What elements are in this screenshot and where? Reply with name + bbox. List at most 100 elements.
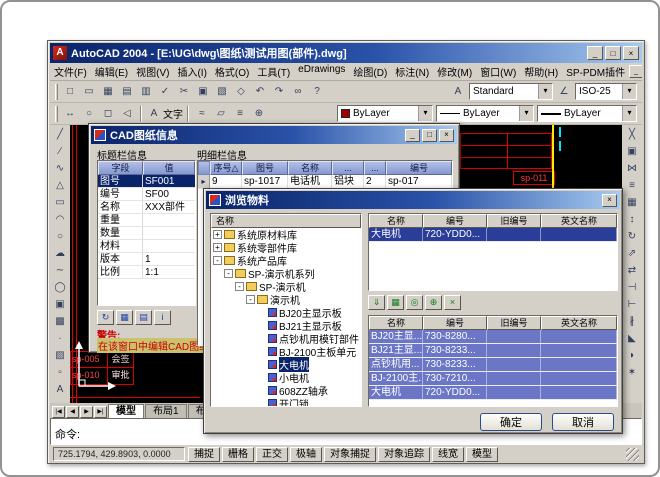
pan-icon[interactable]: ↔ [61, 105, 79, 123]
result-column-header[interactable]: 英文名称 [541, 214, 617, 228]
detail-table-row[interactable]: ▸ 9sp-1017电话机铝块2sp-017 [198, 175, 452, 189]
dim-style-combo[interactable]: ISO-25 ▾ [575, 83, 637, 100]
menu-item[interactable]: 格式(O) [211, 63, 253, 81]
fields-table-row[interactable]: 数量 [98, 227, 195, 240]
coordinate-readout[interactable]: 725.1794, 429.8903, 0.0000 [53, 447, 185, 461]
expand-toggle-icon[interactable]: - [246, 295, 255, 304]
expand-toggle-icon[interactable]: + [213, 243, 222, 252]
selected-row[interactable]: 大电机720-YDD0... [369, 386, 617, 400]
tab-layout1[interactable]: 布局1 [145, 404, 187, 418]
construction-line-icon[interactable]: ∕ [51, 144, 69, 160]
add-to-selection-icon[interactable]: ⇓ [368, 295, 385, 310]
print-info-icon[interactable]: ▤ [135, 310, 152, 325]
menu-item[interactable]: 窗口(W) [476, 63, 520, 81]
cad-minimize-button[interactable]: _ [405, 129, 420, 142]
toolbar-grip[interactable] [55, 84, 58, 100]
fields-table-row[interactable]: 比例1:1 [98, 266, 195, 279]
polar-toggle[interactable]: 极轴 [290, 447, 322, 462]
resize-grip[interactable] [626, 448, 639, 461]
detail-column-header[interactable]: 图号 [242, 161, 288, 175]
tree-column-header[interactable]: 名称 [211, 214, 361, 228]
distance-icon[interactable]: ≈ [193, 105, 211, 123]
chevron-down-icon[interactable]: ▾ [622, 106, 636, 121]
remove-icon[interactable]: × [444, 295, 461, 310]
expand-toggle-icon[interactable]: + [213, 230, 222, 239]
refresh-icon[interactable]: ↻ [97, 310, 114, 325]
titlebar[interactable]: A AutoCAD 2004 - [E:\UG\dwg\图纸\测试用图(部件).… [50, 43, 642, 63]
menu-item[interactable]: SP-PDM插件 [562, 63, 629, 81]
selected-column-header[interactable]: 编号 [423, 316, 487, 330]
plot-icon[interactable]: ▤ [118, 83, 136, 101]
osnap-toggle[interactable]: 对象捕捉 [324, 447, 376, 462]
browse-dialog-titlebar[interactable]: 浏览物料 × [206, 191, 620, 209]
arc-icon[interactable]: ◠ [51, 212, 69, 228]
match-properties-icon[interactable]: ◇ [232, 83, 250, 101]
fields-table-row[interactable]: 版本1 [98, 253, 195, 266]
fields-table-row[interactable]: 编号SF00 [98, 188, 195, 201]
area-icon[interactable]: ▱ [212, 105, 230, 123]
copy-icon[interactable]: ▣ [194, 83, 212, 101]
plot-preview-icon[interactable]: ▥ [137, 83, 155, 101]
make-block-icon[interactable]: ▩ [51, 314, 69, 330]
menu-item[interactable]: 视图(V) [132, 63, 173, 81]
polygon-icon[interactable]: △ [51, 178, 69, 194]
lineweight-toggle[interactable]: 线宽 [432, 447, 464, 462]
ellipse-icon[interactable]: ◯ [51, 280, 69, 296]
spelling-icon[interactable]: ✓ [156, 83, 174, 101]
tab-model[interactable]: 模型 [108, 404, 144, 418]
otrack-toggle[interactable]: 对象追踪 [378, 447, 430, 462]
redo-icon[interactable]: ↷ [270, 83, 288, 101]
tab-prev-button[interactable]: ◀ [66, 406, 79, 418]
spline-icon[interactable]: ∼ [51, 263, 69, 279]
expand-toggle-icon[interactable]: - [224, 269, 233, 278]
expand-toggle-icon[interactable]: - [213, 256, 222, 265]
mtext-icon[interactable]: A [51, 382, 69, 398]
zoom-window-icon[interactable]: ◻ [99, 105, 117, 123]
detail-column-header[interactable]: ... [364, 161, 386, 175]
mirror-icon[interactable]: ⋈ [623, 161, 641, 177]
ortho-toggle[interactable]: 正交 [256, 447, 288, 462]
grid-toggle[interactable]: 栅格 [222, 447, 254, 462]
polyline-icon[interactable]: ∿ [51, 161, 69, 177]
detail-column-header[interactable]: 编号 [386, 161, 452, 175]
rectangle-icon[interactable]: ▭ [51, 195, 69, 211]
text-style-combo[interactable]: Standard ▾ [469, 83, 553, 100]
tab-first-button[interactable]: |◀ [52, 406, 65, 418]
undo-icon[interactable]: ↶ [251, 83, 269, 101]
cancel-button[interactable]: 取消 [552, 413, 614, 431]
detail-column-header[interactable]: ... [332, 161, 364, 175]
expand-toggle-icon[interactable]: - [235, 282, 244, 291]
save-icon[interactable]: ▦ [99, 83, 117, 101]
offset-icon[interactable]: ≡ [623, 178, 641, 194]
erase-icon[interactable]: ╳ [623, 127, 641, 143]
add-all-icon[interactable]: ▦ [387, 295, 404, 310]
locate-point-icon[interactable]: ⊕ [250, 105, 268, 123]
tab-next-button[interactable]: ▶ [80, 406, 93, 418]
model-toggle[interactable]: 模型 [466, 447, 498, 462]
menu-item[interactable]: 编辑(E) [91, 63, 132, 81]
hyperlink-icon[interactable]: ∞ [289, 83, 307, 101]
explode-icon[interactable]: ✶ [623, 365, 641, 381]
insert-block-icon[interactable]: ▣ [51, 297, 69, 313]
snap-toggle[interactable]: 捕捉 [188, 447, 220, 462]
menu-item[interactable]: 工具(T) [253, 63, 294, 81]
chevron-down-icon[interactable]: ▾ [538, 84, 552, 99]
zoom-previous-icon[interactable]: ◁ [118, 105, 136, 123]
stretch-icon[interactable]: ⇄ [623, 263, 641, 279]
copy-object-icon[interactable]: ▣ [623, 144, 641, 160]
menu-item[interactable]: 帮助(H) [520, 63, 562, 81]
fields-table-row[interactable]: 材料 [98, 240, 195, 253]
selected-row[interactable]: BJ20主显...730-8280... [369, 330, 617, 344]
search-icon[interactable]: ⊕ [425, 295, 442, 310]
fields-column-header[interactable]: 值 [143, 161, 195, 175]
fields-table-row[interactable]: 名称XXX部件 [98, 201, 195, 214]
zoom-realtime-icon[interactable]: ○ [80, 105, 98, 123]
break-icon[interactable]: ∦ [623, 314, 641, 330]
menu-item[interactable]: eDrawings [294, 63, 349, 81]
line-icon[interactable]: ╱ [51, 127, 69, 143]
rotate-icon[interactable]: ↻ [623, 229, 641, 245]
selected-column-header[interactable]: 名称 [369, 316, 423, 330]
selected-row[interactable]: BJ-2100主...730-7210... [369, 372, 617, 386]
selected-row[interactable]: BJ21主显...730-8233... [369, 344, 617, 358]
result-row[interactable]: 大电机720-YDD0... [369, 228, 617, 242]
